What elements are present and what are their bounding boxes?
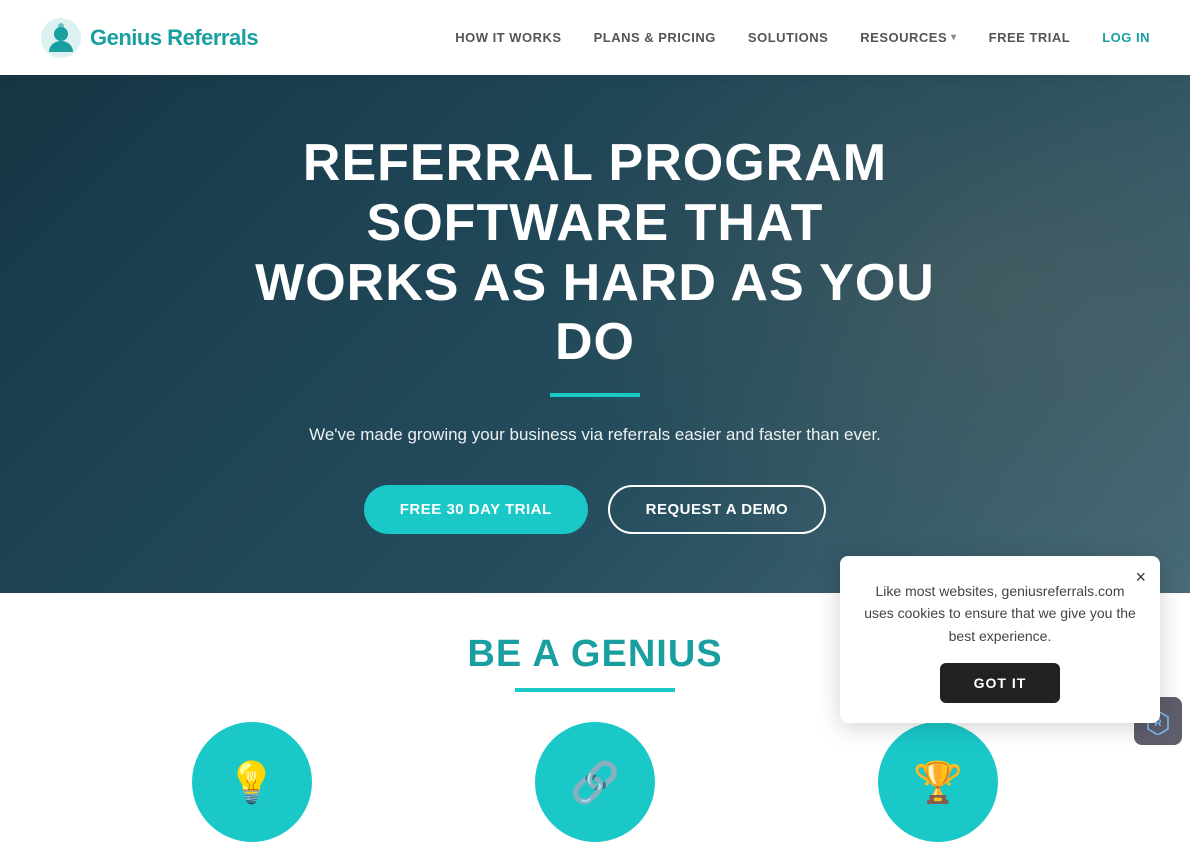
logo-text: Genius Referrals [90,25,258,51]
genius-icon-3: 🏆 [878,722,998,842]
genius-icon-1: 💡 [192,722,312,842]
cookie-close-button[interactable]: × [1135,568,1146,586]
genius-icons-row: 💡 🔗 🏆 [0,722,1190,847]
cookie-got-it-button[interactable]: GOT IT [940,663,1060,703]
nav-item-how-it-works[interactable]: HOW IT WORKS [455,29,561,47]
nav-item-resources[interactable]: RESOURCES ▾ [860,30,956,45]
nav-links: HOW IT WORKS PLANS & PRICING SOLUTIONS R… [455,29,1150,47]
logo-link[interactable]: Genius Referrals [40,17,258,59]
genius-icon-2: 🔗 [535,722,655,842]
logo-icon [40,17,82,59]
nav-item-plans-pricing[interactable]: PLANS & PRICING [594,29,716,47]
nav-link-solutions[interactable]: SOLUTIONS [748,30,828,45]
hero-subtitle: We've made growing your business via ref… [215,425,975,445]
hero-buttons: FREE 30 DAY TRIAL REQUEST A DEMO [215,485,975,534]
free-trial-button[interactable]: FREE 30 DAY TRIAL [364,485,588,534]
hero-title: REFERRAL PROGRAM SOFTWARE THAT WORKS AS … [215,134,975,373]
nav-link-plans-pricing[interactable]: PLANS & PRICING [594,30,716,45]
hero-divider [550,393,640,397]
nav-item-solutions[interactable]: SOLUTIONS [748,29,828,47]
be-genius-divider [515,688,675,692]
nav-item-free-trial[interactable]: FREE TRIAL [989,29,1071,47]
cookie-banner: × Like most websites, geniusreferrals.co… [840,556,1160,723]
nav-link-resources[interactable]: RESOURCES ▾ [860,30,956,45]
hero-section: REFERRAL PROGRAM SOFTWARE THAT WORKS AS … [0,75,1190,593]
nav-item-login[interactable]: LOG IN [1102,29,1150,47]
nav-link-how-it-works[interactable]: HOW IT WORKS [455,30,561,45]
nav-link-free-trial[interactable]: FREE TRIAL [989,30,1071,45]
hero-content: REFERRAL PROGRAM SOFTWARE THAT WORKS AS … [195,134,995,534]
navbar: Genius Referrals HOW IT WORKS PLANS & PR… [0,0,1190,75]
cookie-message: Like most websites, geniusreferrals.com … [864,580,1136,647]
request-demo-button[interactable]: REQUEST A DEMO [608,485,827,534]
chevron-down-icon: ▾ [951,32,957,43]
nav-link-login[interactable]: LOG IN [1102,30,1150,45]
